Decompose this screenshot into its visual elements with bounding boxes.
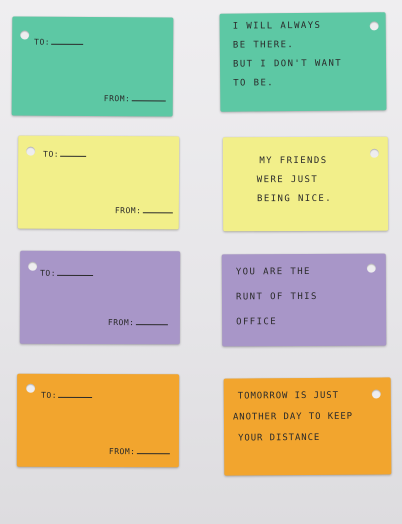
- from-field: FROM:: [108, 318, 168, 327]
- message-line: BEING NICE.: [257, 193, 333, 205]
- message-line: RUNT OF THIS: [235, 291, 318, 303]
- message-line: TOMORROW IS JUST: [237, 390, 339, 402]
- purple-message-tag: YOU ARE THE RUNT OF THIS OFFICE: [221, 253, 387, 347]
- from-label: FROM:: [103, 94, 131, 104]
- message-line: TO BE.: [233, 78, 275, 89]
- yellow-blank-tag: TO: FROM:: [17, 135, 180, 230]
- message-line: WERE JUST: [256, 174, 319, 186]
- orange-message-tag: TOMORROW IS JUST ANOTHER DAY TO KEEP YOU…: [223, 377, 392, 476]
- to-blank-line: [60, 155, 87, 157]
- green-message-tag: I WILL ALWAYS BE THERE. BUT I DON'T WANT…: [219, 12, 387, 112]
- from-blank-line: [131, 100, 166, 102]
- to-field: TO:: [43, 149, 87, 159]
- from-blank-line: [142, 212, 173, 214]
- from-field: FROM:: [109, 447, 170, 456]
- to-field: TO:: [41, 390, 93, 400]
- to-field: TO:: [34, 37, 84, 47]
- to-label: TO:: [40, 268, 57, 278]
- purple-blank-tag: TO: FROM:: [19, 250, 181, 345]
- punch-hole: [366, 263, 376, 273]
- punch-hole: [369, 21, 379, 31]
- punch-hole: [26, 383, 36, 393]
- yellow-message-tag: MY FRIENDS WERE JUST BEING NICE.: [222, 136, 389, 232]
- message-line: YOU ARE THE: [235, 266, 311, 278]
- from-field: FROM:: [104, 94, 166, 103]
- from-field: FROM:: [115, 206, 173, 215]
- message-text: TOMORROW IS JUST ANOTHER DAY TO KEEP YOU…: [233, 386, 353, 450]
- message-text: YOU ARE THE RUNT OF THIS OFFICE: [236, 260, 318, 335]
- message-line: MY FRIENDS: [259, 155, 328, 167]
- message-line: I WILL ALWAYS: [232, 20, 322, 32]
- message-line: OFFICE: [236, 317, 278, 328]
- to-label: TO:: [43, 149, 60, 159]
- green-blank-tag: TO: FROM:: [11, 16, 174, 117]
- punch-hole: [26, 146, 36, 156]
- message-line: ANOTHER DAY TO KEEP: [232, 411, 354, 423]
- to-field: TO:: [40, 268, 94, 278]
- from-blank-line: [136, 453, 170, 455]
- punch-hole: [369, 148, 379, 158]
- punch-hole: [371, 389, 381, 399]
- to-blank-line: [58, 396, 93, 398]
- from-label: FROM:: [108, 447, 136, 457]
- to-label: TO:: [34, 37, 51, 47]
- message-line: YOUR DISTANCE: [238, 432, 321, 444]
- punch-hole: [20, 30, 30, 40]
- punch-hole: [28, 261, 38, 271]
- message-line: BUT I DON'T WANT: [232, 58, 343, 70]
- to-label: TO:: [41, 390, 58, 400]
- orange-blank-tag: TO: FROM:: [16, 373, 180, 468]
- tabletop-surface: TO: FROM: I WILL ALWAYS BE THERE. BUT I …: [0, 0, 402, 524]
- from-blank-line: [135, 324, 168, 326]
- message-text: I WILL ALWAYS BE THERE. BUT I DON'T WANT…: [233, 17, 343, 94]
- from-label: FROM:: [114, 206, 142, 216]
- to-blank-line: [57, 274, 94, 276]
- to-blank-line: [51, 43, 84, 45]
- from-label: FROM:: [107, 318, 135, 328]
- message-text: MY FRIENDS WERE JUST BEING NICE.: [243, 152, 332, 209]
- message-line: BE THERE.: [232, 40, 295, 51]
